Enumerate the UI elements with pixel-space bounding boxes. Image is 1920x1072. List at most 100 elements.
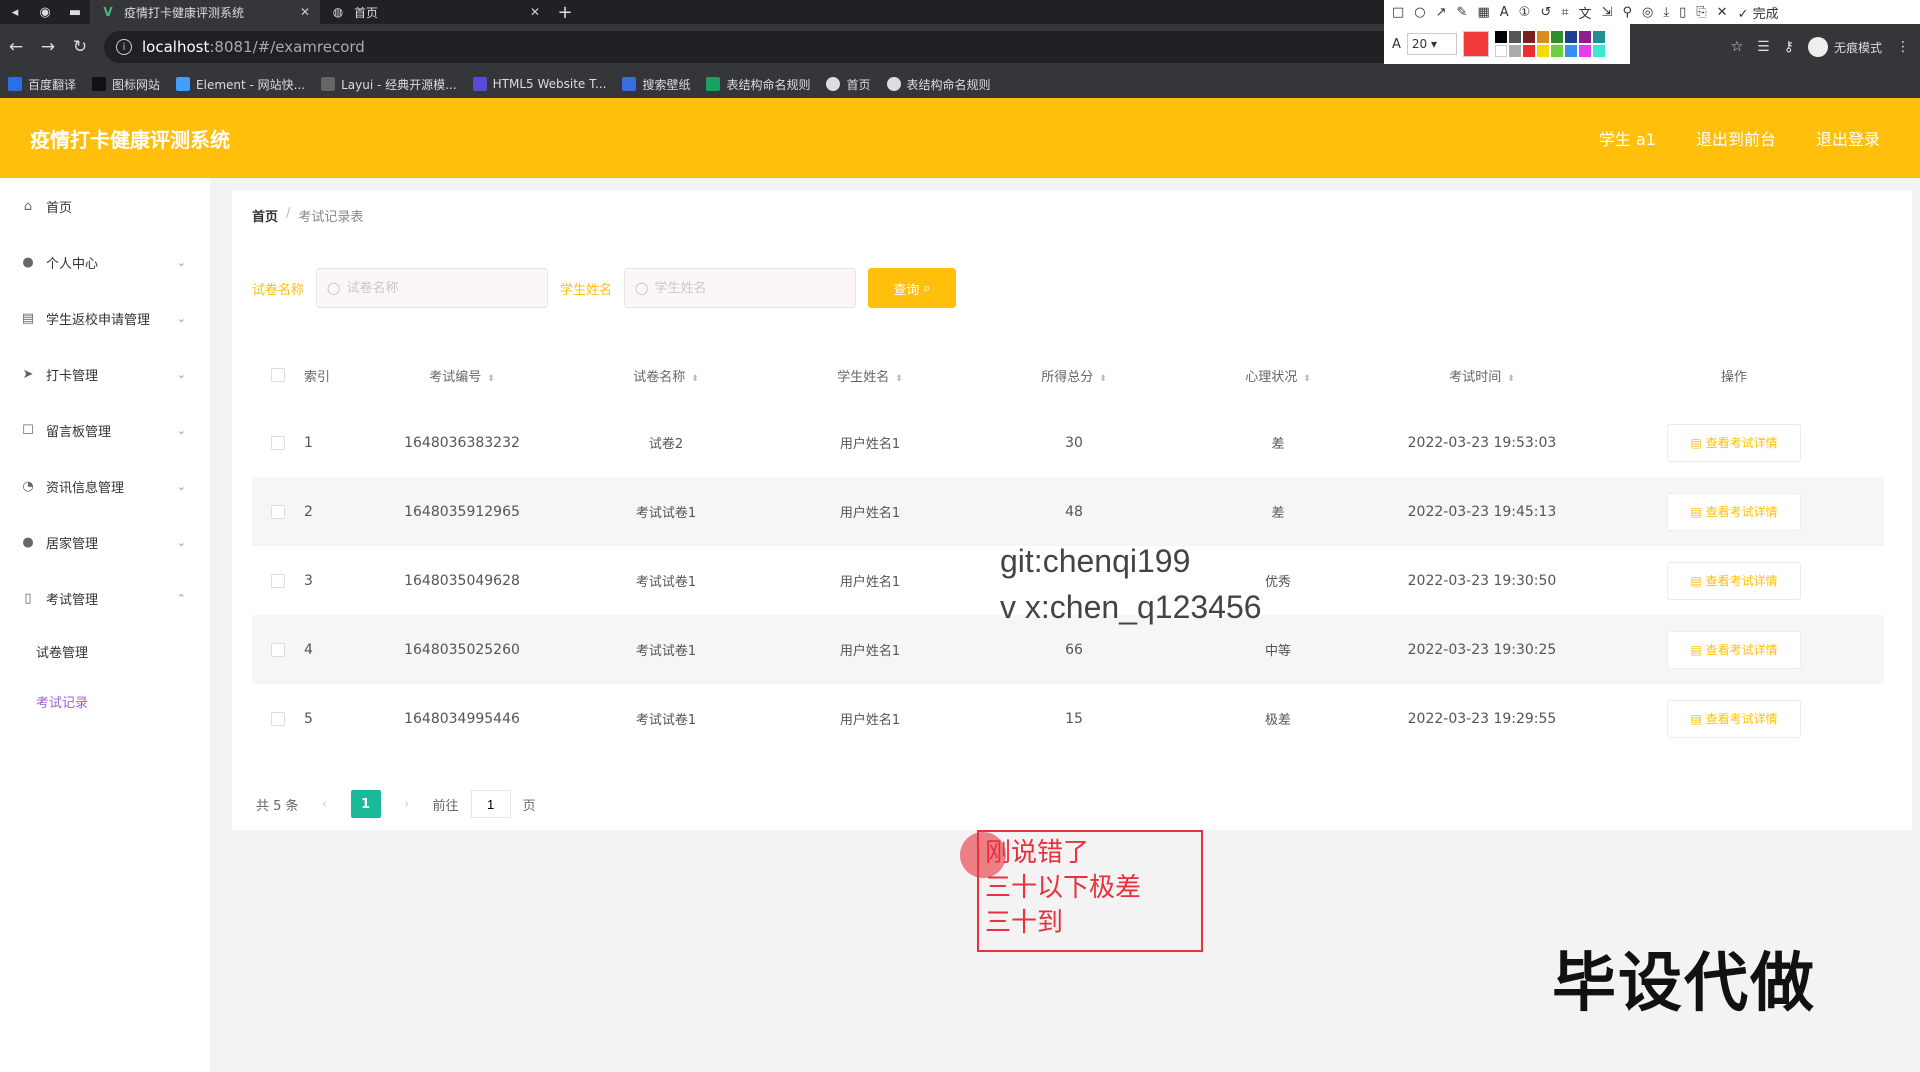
scroll-icon[interactable]: ⇲ — [1602, 5, 1613, 20]
bookmark-item[interactable]: 首页 — [826, 76, 871, 93]
view-detail-button[interactable]: ▤ 查看考试详情 — [1667, 561, 1801, 600]
sort-icon[interactable]: ⬍ — [1099, 374, 1107, 384]
view-detail-button[interactable]: ▤ 查看考试详情 — [1667, 699, 1801, 738]
bookmark-item[interactable]: 表结构命名规则 — [886, 76, 991, 93]
select-all-checkbox[interactable] — [271, 368, 285, 382]
record-icon[interactable]: ◎ — [1642, 5, 1653, 20]
cell-time: 2022-03-23 19:30:50 — [1407, 572, 1557, 589]
row-checkbox[interactable] — [271, 435, 285, 450]
speaker-icon[interactable]: ◂ — [0, 0, 30, 24]
sidebar-item-exam[interactable]: ▯ 考试管理 ⌃ — [0, 570, 210, 626]
bookmark-item[interactable]: HTML5 Website T... — [472, 77, 606, 91]
sidebar-item-message-board[interactable]: ☐ 留言板管理 ⌄ — [0, 402, 210, 458]
bookmark-item[interactable]: Element - 网站快... — [176, 76, 305, 93]
clipboard-icon: ▤ — [21, 310, 35, 326]
view-detail-button[interactable]: ▤ 查看考试详情 — [1667, 630, 1801, 669]
sort-icon[interactable]: ⬍ — [691, 374, 699, 384]
view-detail-button[interactable]: ▤ 查看考试详情 — [1667, 423, 1801, 462]
phone-icon: ▯ — [24, 590, 32, 606]
bookmark-icon[interactable]: ⎘ — [1696, 5, 1706, 20]
mosaic-icon[interactable]: ▦ — [1477, 5, 1489, 20]
sort-icon[interactable]: ⬍ — [1507, 374, 1515, 384]
column-header-mental[interactable]: 心理状况 ⬍ — [1176, 366, 1380, 385]
goto-page-input[interactable] — [470, 790, 511, 818]
prev-page-icon[interactable]: ‹ — [311, 790, 339, 818]
incognito-badge[interactable]: 无痕模式 — [1807, 37, 1882, 57]
student-name-input[interactable] — [654, 280, 845, 296]
page-number-current[interactable]: 1 — [350, 790, 381, 818]
sidebar-item-profile[interactable]: ● 个人中心 ⌄ — [0, 234, 210, 290]
font-size-select[interactable]: 20 ▾ — [1406, 33, 1457, 55]
arrow-icon[interactable]: ↗ — [1436, 5, 1447, 20]
star-icon[interactable]: ☆ — [1731, 39, 1744, 55]
reload-icon[interactable]: ↻ — [64, 37, 96, 57]
row-checkbox[interactable] — [271, 711, 285, 726]
sidebar-item-news[interactable]: ◔ 资讯信息管理 ⌄ — [0, 458, 210, 514]
cancel-icon[interactable]: ✕ — [1717, 5, 1728, 20]
key-icon[interactable]: ⚷ — [1784, 39, 1794, 55]
next-page-icon[interactable]: › — [393, 790, 421, 818]
number-icon[interactable]: ① — [1519, 5, 1531, 20]
rectangle-icon[interactable]: □ — [1392, 5, 1404, 20]
sidebar-item-checkin[interactable]: ➤ 打卡管理 ⌄ — [0, 346, 210, 402]
reading-list-icon[interactable]: ☰ — [1757, 39, 1770, 55]
ocr-icon[interactable]: ⌗ — [1561, 5, 1568, 20]
sidebar-item-return-application[interactable]: ▤ 学生返校申请管理 ⌄ — [0, 290, 210, 346]
translate-icon[interactable]: 文 — [1579, 3, 1592, 22]
new-tab-button[interactable]: + — [550, 2, 580, 23]
bookmark-item[interactable]: Layui - 经典开源模... — [321, 76, 457, 93]
document-icon: ▤ — [1690, 504, 1702, 519]
row-checkbox[interactable] — [271, 573, 285, 588]
close-icon[interactable]: ✕ — [300, 5, 310, 19]
browser-logo-icon[interactable]: ◉ — [30, 0, 60, 24]
phone-icon[interactable]: ▯ — [1679, 5, 1686, 20]
bookmark-item[interactable]: 搜索壁纸 — [622, 76, 690, 93]
logout-link[interactable]: 退出登录 — [1816, 126, 1880, 150]
sidebar-subitem-exam-records[interactable]: 考试记录 — [0, 676, 210, 726]
column-header-exam-id[interactable]: 考试编号 ⬍ — [360, 366, 564, 385]
column-header-score[interactable]: 所得总分 ⬍ — [972, 366, 1176, 385]
row-checkbox[interactable] — [271, 642, 285, 657]
breadcrumb-home[interactable]: 首页 — [252, 206, 278, 225]
column-header-paper[interactable]: 试卷名称 ⬍ — [564, 366, 768, 385]
pin-icon[interactable]: ⚲ — [1622, 5, 1632, 20]
close-icon[interactable]: ✕ — [530, 5, 540, 19]
sort-icon[interactable]: ⬍ — [895, 374, 903, 384]
column-header-student[interactable]: 学生姓名 ⬍ — [768, 366, 972, 385]
back-icon[interactable]: ← — [0, 37, 32, 57]
sort-icon[interactable]: ⬍ — [1303, 374, 1311, 384]
download-icon[interactable]: ⤓ — [1663, 5, 1669, 20]
browser-tab-active[interactable]: V 疫情打卡健康评测系统 ✕ — [90, 0, 320, 24]
undo-icon[interactable]: ↺ — [1540, 5, 1551, 20]
bookmark-item[interactable]: 百度翻译 — [8, 76, 76, 93]
url-field[interactable]: i localhost:8081/#/examrecord — [104, 31, 1444, 63]
column-header-time[interactable]: 考试时间 ⬍ — [1380, 366, 1584, 385]
forward-icon[interactable]: → — [32, 37, 64, 57]
color-palette[interactable] — [1494, 31, 1605, 57]
pencil-icon[interactable]: ✎ — [1457, 5, 1468, 20]
sidebar-item-home-quarantine[interactable]: ● 居家管理 ⌄ — [0, 514, 210, 570]
watermark-text: git:chenqi199 v x:chen_q123456 — [1000, 538, 1262, 630]
bookmark-item[interactable]: 表结构命名规则 — [706, 76, 810, 93]
window-icon[interactable]: ▬ — [60, 0, 90, 24]
sort-icon[interactable]: ⬍ — [487, 374, 495, 384]
back-to-frontend-link[interactable]: 退出到前台 — [1696, 126, 1776, 150]
search-button[interactable]: 查询 ⌕ — [868, 268, 957, 308]
paper-name-input[interactable] — [346, 280, 537, 296]
done-button[interactable]: ✓ 完成 — [1738, 3, 1779, 22]
current-color-swatch[interactable] — [1462, 31, 1489, 57]
current-user-link[interactable]: 学生 a1 — [1599, 126, 1656, 150]
browser-tab[interactable]: ◍ 首页 ✕ — [320, 0, 550, 24]
info-icon[interactable]: i — [116, 39, 132, 55]
sidebar-subitem-papers[interactable]: 试卷管理 — [0, 626, 210, 676]
row-checkbox[interactable] — [271, 504, 285, 519]
view-detail-button[interactable]: ▤ 查看考试详情 — [1667, 492, 1801, 531]
student-name-field[interactable]: ◯ — [624, 268, 857, 308]
more-menu-icon[interactable]: ⋮ — [1896, 39, 1910, 55]
circle-icon[interactable]: ○ — [1414, 5, 1425, 20]
text-icon[interactable]: A — [1500, 5, 1509, 20]
bookmark-item[interactable]: 图标网站 — [92, 76, 160, 93]
paper-name-field[interactable]: ◯ — [316, 268, 549, 308]
goto-suffix: 页 — [522, 798, 536, 814]
sidebar-item-home[interactable]: ⌂ 首页 — [0, 178, 210, 234]
